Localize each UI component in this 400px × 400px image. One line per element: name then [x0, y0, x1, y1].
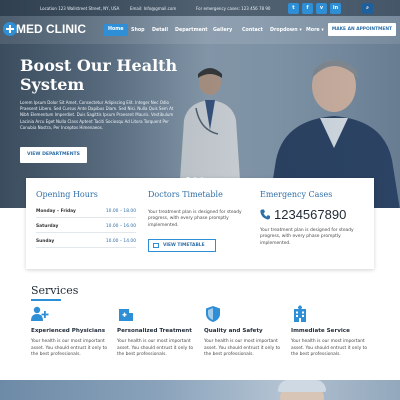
email-link[interactable]: Email: Info@gmail.com: [130, 6, 176, 11]
view-timetable-button[interactable]: VIEW TIMETABLE: [148, 239, 216, 252]
services-heading: Services: [31, 284, 79, 297]
service-text: Your health is our most important asset.…: [31, 339, 108, 358]
brand-name[interactable]: MED CLINIC: [16, 22, 86, 36]
facebook-icon[interactable]: f: [302, 3, 313, 14]
nav-department[interactable]: Department: [175, 26, 208, 36]
timetable-title: Doctors Timetable: [148, 190, 223, 199]
surgical-cap: [278, 380, 326, 392]
service-text: Your health is our most important asset.…: [117, 339, 194, 358]
service-title: Immediate Service: [291, 328, 350, 334]
hours-day: Monday – Friday: [36, 209, 76, 214]
nav-home[interactable]: Home: [104, 24, 128, 36]
emergency-text: Your treatment plan is designed for stea…: [260, 228, 354, 246]
hospital-icon: [294, 305, 306, 322]
hero-description: Lorem Ipsum Dolor Sit Amet, Consectetur …: [20, 100, 174, 130]
top-info-bar: Location 123 Wallstreet Street, NY, USA …: [0, 0, 400, 16]
shield-icon: [206, 306, 220, 322]
hours-row: Monday – Friday 10.00 – 18.00: [36, 206, 136, 218]
hours-time: 10.00 – 14.00: [105, 239, 136, 244]
info-panel: Opening Hours Monday – Friday 10.00 – 18…: [26, 178, 374, 269]
hero-title: Boost Our Health System: [20, 56, 178, 94]
hours-row: Saturday 10.00 – 16.00: [36, 221, 136, 233]
view-timetable-label: VIEW TIMETABLE: [163, 243, 205, 248]
emergency-title: Emergency Cases: [260, 190, 333, 199]
calendar-icon: [153, 243, 159, 248]
next-section-banner: [0, 380, 400, 400]
opening-hours-title: Opening Hours: [36, 190, 98, 199]
service-title: Quality and Safety: [204, 328, 263, 334]
nav-contact[interactable]: Contact: [242, 26, 263, 36]
nav-more[interactable]: More ▾: [306, 26, 324, 36]
service-title: Experienced Physicians: [31, 328, 106, 334]
emergency-phone-number[interactable]: 1234567890: [274, 207, 346, 222]
make-appointment-button[interactable]: MAKE AN APPOINTMENT: [328, 23, 396, 36]
medical-cross-icon: [119, 309, 133, 321]
address-text: Location 123 Wallstreet Street, NY, USA: [40, 6, 120, 11]
hours-time: 10.00 – 18.00: [105, 209, 136, 214]
service-text: Your health is our most important asset.…: [204, 339, 281, 358]
nav-shop[interactable]: Shop: [131, 26, 145, 36]
hours-day: Saturday: [36, 224, 59, 229]
hours-day: Sunday: [36, 239, 55, 244]
clinic-logo-icon[interactable]: [3, 22, 17, 36]
timetable-text: Your treatment plan is designed for stea…: [148, 210, 242, 228]
hours-row: Sunday 10.00 – 14.00: [36, 236, 136, 248]
vimeo-icon[interactable]: v: [316, 3, 327, 14]
emergency-phone-text: For emergency cases: 123 456 78 90: [196, 6, 271, 11]
linkedin-icon[interactable]: in: [330, 3, 341, 14]
twitter-icon[interactable]: t: [288, 3, 299, 14]
hours-time: 10.00 – 16.00: [105, 224, 136, 229]
service-text: Your health is our most important asset.…: [291, 339, 368, 358]
phone-icon: [260, 209, 270, 220]
service-title: Personalized Treatment: [117, 328, 192, 334]
people-add-icon: [31, 306, 49, 321]
view-departments-button[interactable]: VIEW DEPARTMENTS: [20, 147, 87, 163]
services-underline: [31, 299, 61, 301]
search-icon[interactable]: ⌕: [362, 3, 373, 14]
nav-dropdown[interactable]: Dropdown ▾: [270, 26, 302, 36]
nav-gallery[interactable]: Gallery: [213, 26, 232, 36]
nav-detail[interactable]: Detail: [152, 26, 168, 36]
